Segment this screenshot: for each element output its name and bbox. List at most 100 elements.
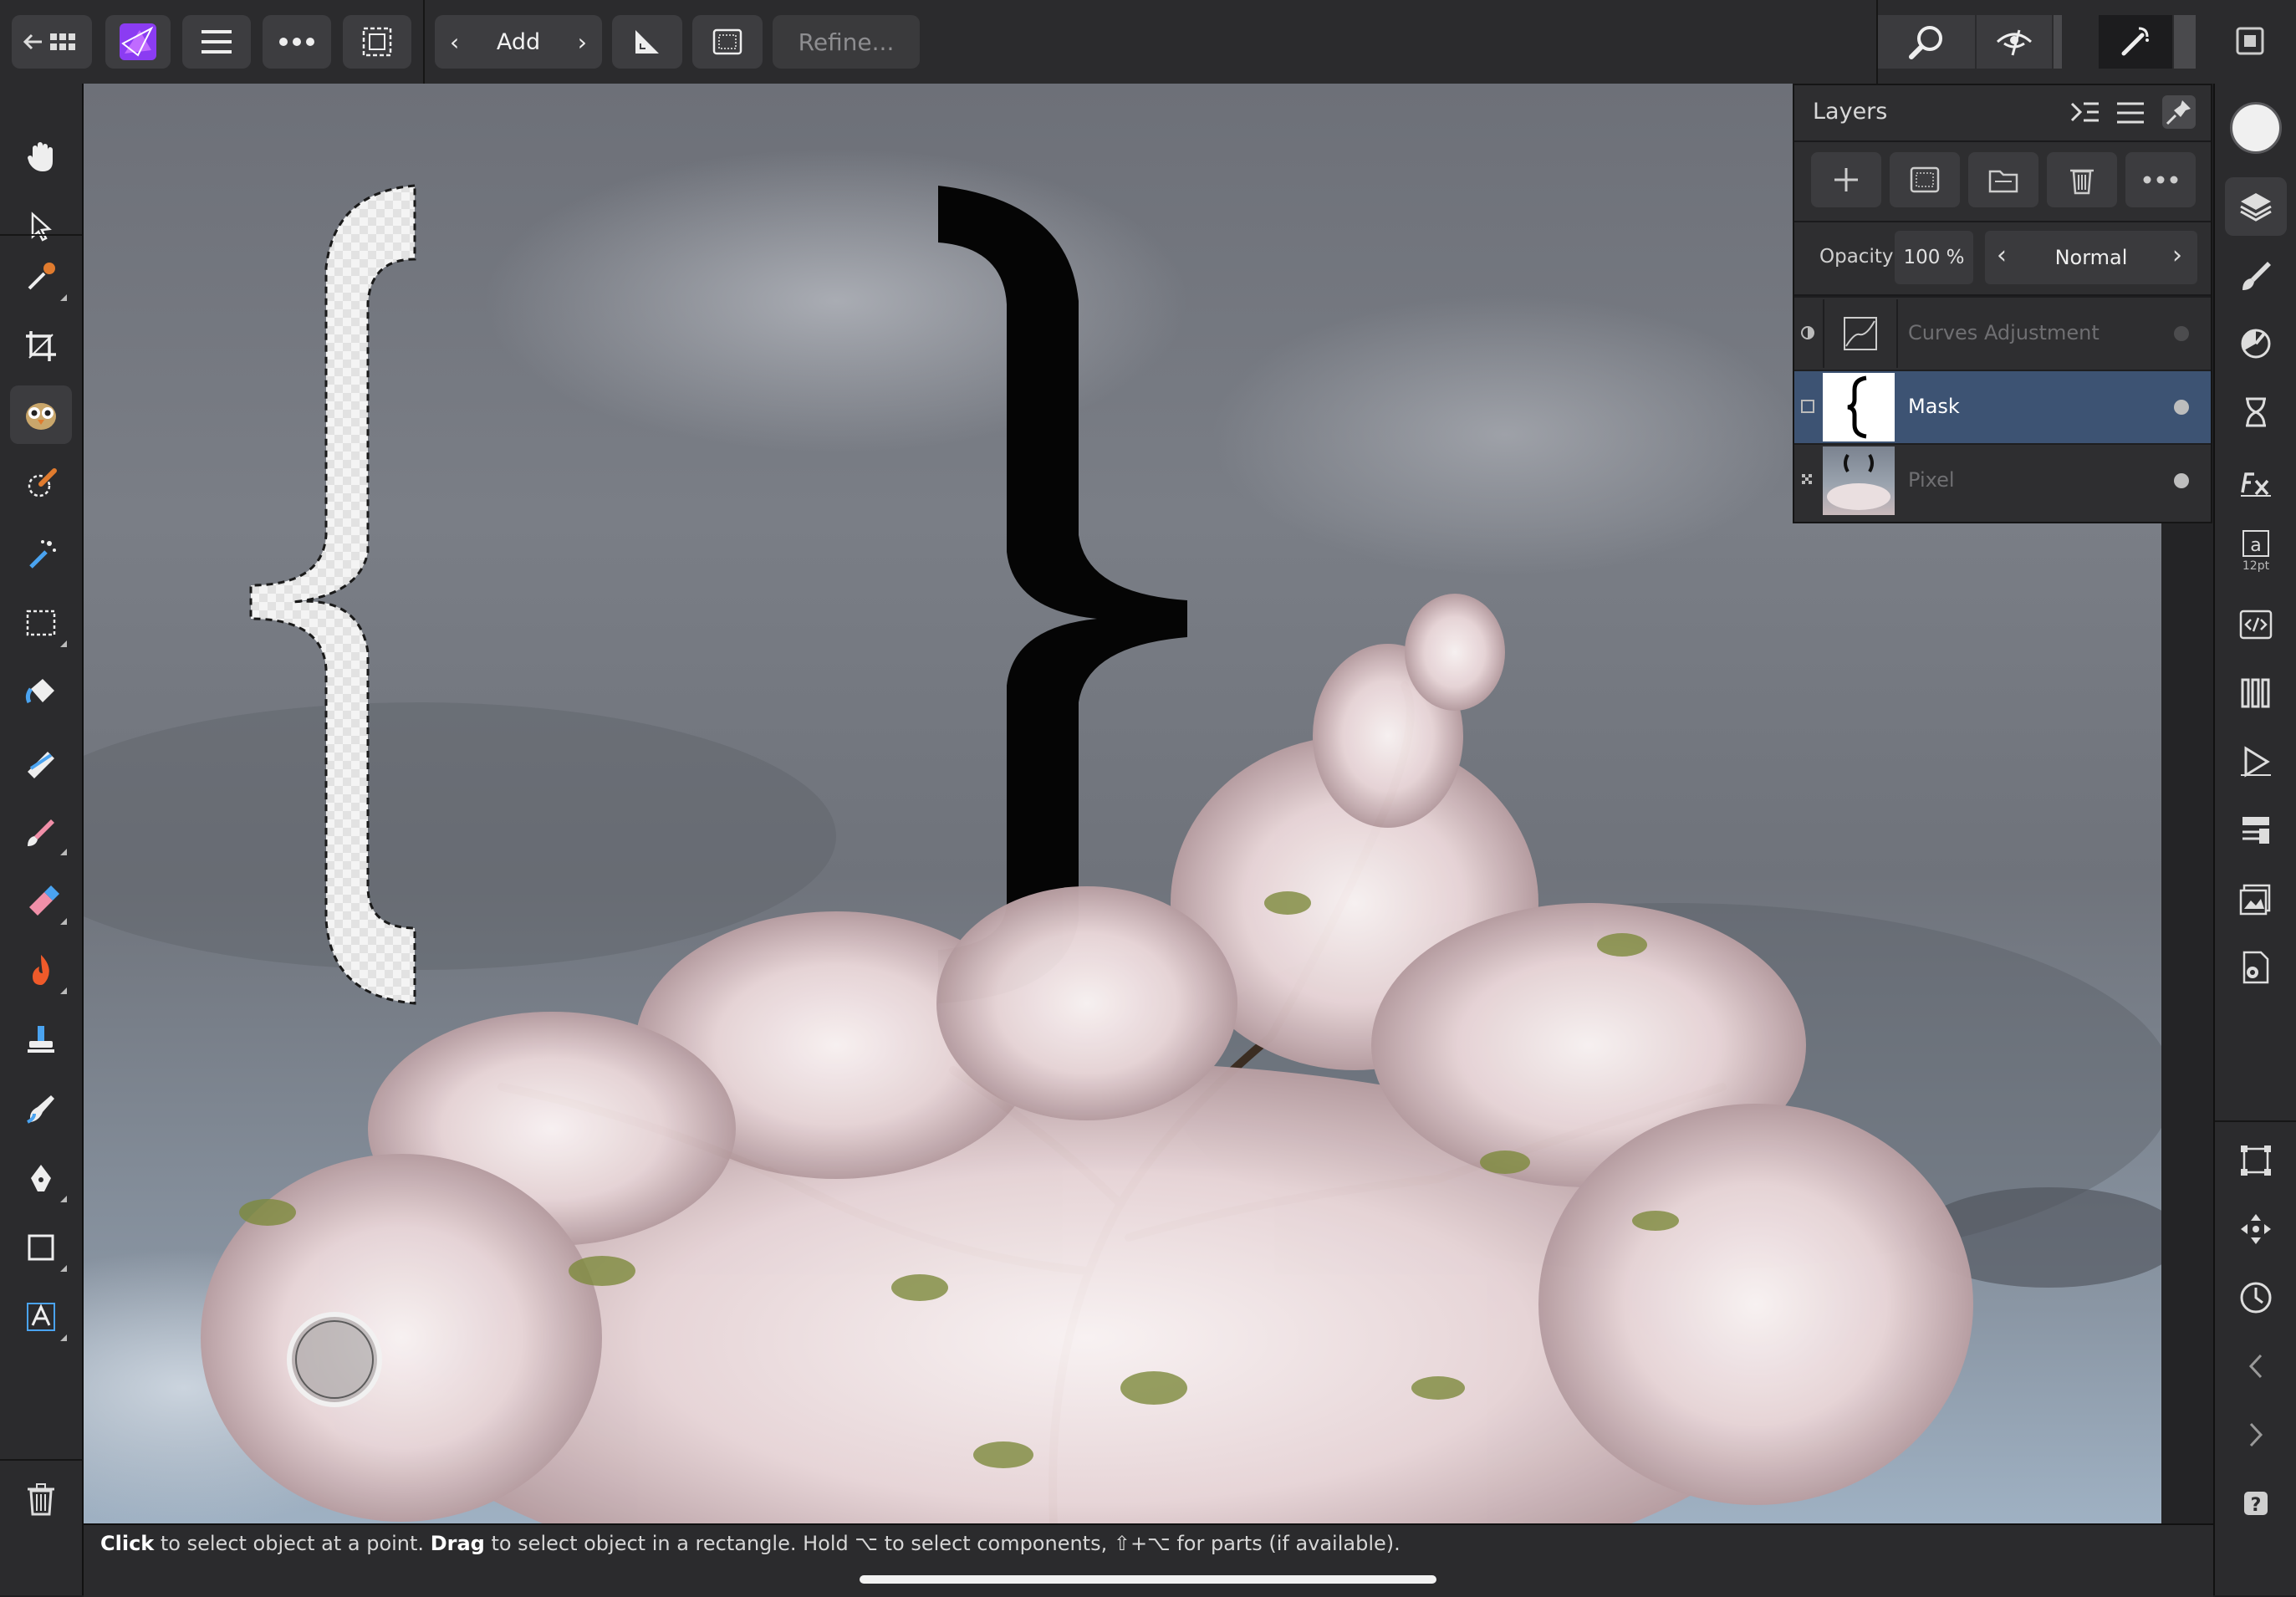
- layers-studio-button[interactable]: [2225, 177, 2287, 236]
- status-drag-rest: to select object in a rectangle. Hold ⌥ …: [484, 1532, 1401, 1555]
- channels-studio-button[interactable]: [2225, 664, 2287, 722]
- back-to-gallery-button[interactable]: [12, 15, 92, 69]
- layer-visibility-toggle[interactable]: [2174, 326, 2189, 341]
- shape-tool-button[interactable]: [10, 1218, 72, 1277]
- collapse-list-icon: [2070, 102, 2099, 122]
- color-picker-tool-button[interactable]: [10, 247, 72, 306]
- rectangle-shape-icon: [28, 1234, 54, 1261]
- brush-cursor: [287, 1312, 382, 1407]
- paint-bucket-icon: [25, 679, 54, 704]
- back-grid-icon: [23, 33, 75, 50]
- view-tool-button[interactable]: [10, 127, 72, 186]
- persona-photo-button[interactable]: [105, 15, 171, 69]
- layer-thumbnail: [1823, 299, 1898, 368]
- fx-studio-button[interactable]: [2225, 452, 2287, 510]
- artistic-text-icon: [27, 1303, 55, 1331]
- add-mask-button[interactable]: [1890, 152, 1960, 207]
- selection-brush-button[interactable]: [10, 455, 72, 513]
- mask-layer-icon: [1910, 166, 1940, 193]
- move-tool-button[interactable]: [10, 196, 72, 255]
- snapping-button[interactable]: [612, 15, 682, 69]
- collapse-studio-right-button[interactable]: [2225, 1406, 2287, 1464]
- layers-stack-icon: [2240, 193, 2272, 222]
- macros-studio-button[interactable]: [2225, 595, 2287, 654]
- text-tool-button[interactable]: [10, 1288, 72, 1346]
- pin-panel-button[interactable]: [2162, 95, 2196, 129]
- clone-tool-button[interactable]: [10, 1010, 72, 1069]
- clock-icon: [2240, 1282, 2272, 1314]
- menu-button[interactable]: [182, 15, 251, 69]
- transform-studio-button[interactable]: [2225, 801, 2287, 860]
- plus-icon: [1834, 168, 1858, 191]
- settings-studio-button[interactable]: [2225, 938, 2287, 997]
- layer-more-button[interactable]: [2125, 152, 2196, 207]
- selection-mode-stepper[interactable]: ‹ Add ›: [435, 15, 602, 69]
- assistant-button[interactable]: [2099, 15, 2172, 69]
- adjustment-layer-icon: [1801, 326, 1814, 339]
- pen-tool-button[interactable]: [10, 1149, 72, 1207]
- quick-mask-button[interactable]: [692, 15, 763, 69]
- text-styles-studio-button[interactable]: a 12pt: [2225, 522, 2287, 580]
- marquee-tool-button[interactable]: [10, 594, 72, 652]
- chevron-right-icon[interactable]: ›: [578, 28, 587, 56]
- gradient-tool-button[interactable]: [10, 732, 72, 791]
- view-zoom-button[interactable]: [1878, 15, 1975, 69]
- adjustments-studio-button[interactable]: [2225, 314, 2287, 373]
- brushes-studio-button[interactable]: [2225, 246, 2287, 304]
- layer-row-curves[interactable]: Curves Adjustment: [1794, 296, 2211, 370]
- layer-visibility-toggle[interactable]: [2174, 473, 2189, 488]
- context-status-bar: Click to select object at a point. Drag …: [84, 1523, 2213, 1597]
- delete-layer-button[interactable]: [2047, 152, 2117, 207]
- paint-brush-tool-button[interactable]: [10, 802, 72, 860]
- play-studio-button[interactable]: [2225, 732, 2287, 791]
- panel-menu-button[interactable]: [2115, 100, 2145, 129]
- chevron-right-icon: [2249, 1422, 2263, 1447]
- selection-brush-icon: [28, 468, 57, 497]
- layer-row-pixel[interactable]: Pixel: [1794, 443, 2211, 517]
- color-swatch-button[interactable]: [2230, 102, 2282, 154]
- document-view-button[interactable]: [2232, 23, 2268, 59]
- collapse-studio-left-button[interactable]: [2225, 1337, 2287, 1395]
- group-layers-button[interactable]: [1968, 152, 2038, 207]
- refine-button[interactable]: Refine...: [773, 15, 920, 69]
- home-indicator[interactable]: [860, 1575, 1436, 1584]
- dodge-burn-tool-button[interactable]: [10, 941, 72, 999]
- blend-mode-selector[interactable]: ‹ Normal ›: [1985, 231, 2197, 284]
- clone-stamp-icon: [28, 1026, 54, 1053]
- quick-mask-icon: [712, 28, 742, 55]
- more-options-button[interactable]: [263, 15, 331, 69]
- crop-tool-button[interactable]: [10, 317, 72, 375]
- stock-studio-button[interactable]: [2225, 870, 2287, 928]
- history-clock-button[interactable]: [2225, 1268, 2287, 1327]
- layer-row-mask[interactable]: Mask: [1794, 370, 2211, 443]
- help-button[interactable]: ?: [2225, 1474, 2287, 1533]
- add-layer-button[interactable]: [1811, 152, 1881, 207]
- preview-button[interactable]: [1977, 15, 2052, 69]
- history-studio-button[interactable]: [2225, 383, 2287, 441]
- selection-toggle-button[interactable]: [343, 15, 411, 69]
- transform-button[interactable]: [2225, 1131, 2287, 1190]
- fill-tool-button[interactable]: [10, 663, 72, 722]
- erase-brush-tool-button[interactable]: [10, 871, 72, 930]
- help-question-icon: ?: [2244, 1492, 2268, 1516]
- layer-visibility-toggle[interactable]: [2174, 400, 2189, 415]
- opacity-field[interactable]: 100 %: [1895, 231, 1973, 284]
- flood-select-tool-button[interactable]: [10, 524, 72, 583]
- list-menu-icon: [2117, 102, 2144, 124]
- chevron-right-icon[interactable]: ›: [2172, 241, 2182, 270]
- tools-divider: [0, 1459, 82, 1461]
- chevron-left-icon[interactable]: ‹: [450, 28, 459, 56]
- top-toolbar: ‹ Add › Refine...: [0, 0, 2296, 85]
- smudge-tool-button[interactable]: [10, 1079, 72, 1138]
- delete-button[interactable]: [10, 1470, 72, 1528]
- bounding-box-icon: [2241, 1145, 2271, 1176]
- layer-options-button[interactable]: [2070, 99, 2100, 129]
- document-gear-icon: [2242, 951, 2269, 984]
- eyedropper-icon: [28, 263, 55, 290]
- selection-brush-tool-button[interactable]: [10, 385, 72, 444]
- crop-icon: [26, 331, 56, 361]
- navigator-button[interactable]: [2225, 1200, 2287, 1258]
- marquee-selection-icon: [362, 27, 392, 57]
- layer-thumbnail: [1823, 446, 1895, 515]
- mask-layer-type-icon: [1801, 400, 1814, 413]
